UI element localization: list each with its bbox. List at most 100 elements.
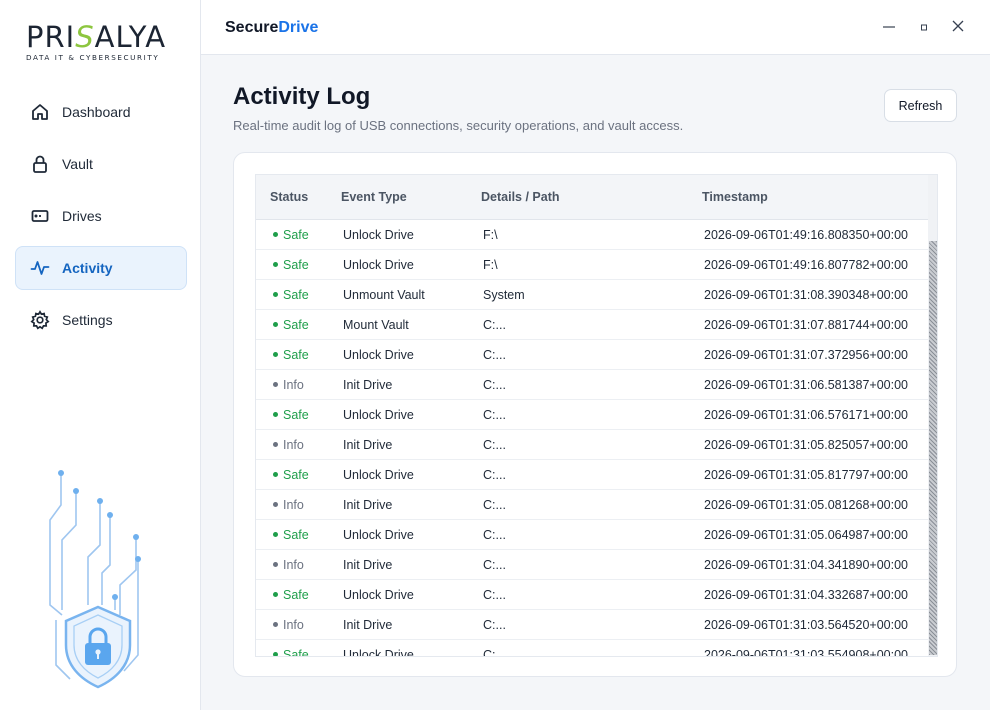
status-dot-icon (273, 262, 278, 267)
drive-icon (29, 205, 51, 227)
sidebar-item-activity[interactable]: Activity (15, 246, 187, 290)
column-header-status: Status (270, 190, 309, 204)
table-row[interactable]: Safe Unlock Drive C:... 2026-09-06T01:31:07… (256, 340, 928, 370)
minimize-button[interactable] (879, 18, 899, 38)
scrollbar-thumb[interactable] (929, 241, 937, 655)
timestamp-cell: 2026-09-06T01:31:05.825057+00:00 (704, 438, 908, 452)
details-path-cell: F:\ (483, 258, 498, 272)
table-row[interactable]: Safe Unlock Drive C:... 2026-09-06T01:31:04… (256, 580, 928, 610)
status-text: Info (283, 618, 304, 632)
sidebar-item-drives[interactable]: Drives (15, 194, 187, 238)
status-dot-icon (273, 622, 278, 627)
status-dot-icon (273, 232, 278, 237)
event-type-cell: Mount Vault (343, 318, 409, 332)
sidebar-item-vault[interactable]: Vault (15, 142, 187, 186)
table-row[interactable]: Safe Unlock Drive C:... 2026-09-06T01:31:05… (256, 520, 928, 550)
table-row[interactable]: Safe Unlock Drive C:... 2026-09-06T01:31:06… (256, 400, 928, 430)
sidebar-item-label: Drives (62, 208, 102, 224)
timestamp-cell: 2026-09-06T01:31:06.576171+00:00 (704, 408, 908, 422)
timestamp-cell: 2026-09-06T01:31:07.881744+00:00 (704, 318, 908, 332)
status-badge: Info (273, 558, 304, 572)
event-type-cell: Init Drive (343, 558, 393, 572)
event-type-cell: Init Drive (343, 618, 393, 632)
timestamp-cell: 2026-09-06T01:31:05.064987+00:00 (704, 528, 908, 542)
details-path-cell: C:... (483, 348, 506, 362)
company-logo: PRISALYA DATA IT & CYBERSECURITY (26, 22, 186, 62)
table-row[interactable]: Info Init Drive C:... 2026-09-06T01:31:06.5… (256, 370, 928, 400)
home-icon (29, 101, 51, 123)
status-dot-icon (273, 412, 278, 417)
status-text: Info (283, 378, 304, 392)
sidebar-item-label: Dashboard (62, 104, 131, 120)
sidebar-item-label: Vault (62, 156, 93, 172)
table-row[interactable]: Info Init Drive C:... 2026-09-06T01:31:05.0… (256, 490, 928, 520)
title-bar: SecureDrive (201, 0, 990, 55)
event-type-cell: Unlock Drive (343, 648, 414, 657)
close-button[interactable] (948, 18, 968, 38)
status-dot-icon (273, 322, 278, 327)
details-path-cell: C:... (483, 318, 506, 332)
status-dot-icon (273, 502, 278, 507)
status-badge: Safe (273, 468, 309, 482)
timestamp-cell: 2026-09-06T01:49:16.807782+00:00 (704, 258, 908, 272)
status-badge: Safe (273, 648, 309, 656)
status-text: Safe (283, 348, 309, 362)
timestamp-cell: 2026-09-06T01:31:06.581387+00:00 (704, 378, 908, 392)
logo-tagline: DATA IT & CYBERSECURITY (26, 53, 160, 62)
status-dot-icon (273, 352, 278, 357)
timestamp-cell: 2026-09-06T01:49:16.808350+00:00 (704, 228, 908, 242)
table-row[interactable]: Safe Unlock Drive F:\ 2026-09-06T01:49:16.8… (256, 250, 928, 280)
table-row[interactable]: Info Init Drive C:... 2026-09-06T01:31:05.8… (256, 430, 928, 460)
status-text: Safe (283, 318, 309, 332)
sidebar-item-settings[interactable]: Settings (15, 298, 187, 342)
details-path-cell: C:... (483, 648, 506, 657)
status-text: Safe (283, 228, 309, 242)
activity-table: Status Event Type Details / Path Timesta… (255, 174, 938, 657)
details-path-cell: C:... (483, 558, 506, 572)
status-badge: Safe (273, 288, 309, 302)
maximize-button[interactable] (914, 18, 934, 38)
table-row[interactable]: Info Init Drive C:... 2026-09-06T01:31:03.5… (256, 610, 928, 640)
status-badge: Info (273, 438, 304, 452)
sidebar-nav: Dashboard Vault Drives Activity Settings (15, 90, 187, 350)
table-row[interactable]: Safe Unmount Vault System 2026-09-06T01:31:… (256, 280, 928, 310)
status-badge: Safe (273, 228, 309, 242)
timestamp-cell: 2026-09-06T01:31:03.564520+00:00 (704, 618, 908, 632)
details-path-cell: C:... (483, 588, 506, 602)
details-path-cell: C:... (483, 408, 506, 422)
table-row[interactable]: Info Init Drive C:... 2026-09-06T01:31:04.3… (256, 550, 928, 580)
table-scrollbar[interactable] (928, 175, 937, 656)
details-path-cell: C:... (483, 378, 506, 392)
table-row[interactable]: Safe Mount Vault C:... 2026-09-06T01:31:07.… (256, 310, 928, 340)
table-row[interactable]: Safe Unlock Drive C:... 2026-09-06T01:31:03… (256, 640, 928, 657)
status-badge: Safe (273, 348, 309, 362)
event-type-cell: Unlock Drive (343, 588, 414, 602)
timestamp-cell: 2026-09-06T01:31:08.390348+00:00 (704, 288, 908, 302)
status-text: Info (283, 558, 304, 572)
status-badge: Safe (273, 318, 309, 332)
status-badge: Info (273, 378, 304, 392)
event-type-cell: Unlock Drive (343, 348, 414, 362)
status-dot-icon (273, 442, 278, 447)
timestamp-cell: 2026-09-06T01:31:04.341890+00:00 (704, 558, 908, 572)
details-path-cell: C:... (483, 498, 506, 512)
details-path-cell: System (483, 288, 525, 302)
details-path-cell: F:\ (483, 228, 498, 242)
table-row[interactable]: Safe Unlock Drive F:\ 2026-09-06T01:49:16.8… (256, 220, 928, 250)
timestamp-cell: 2026-09-06T01:31:03.554908+00:00 (704, 648, 908, 657)
status-badge: Safe (273, 528, 309, 542)
status-dot-icon (273, 472, 278, 477)
sidebar-item-dashboard[interactable]: Dashboard (15, 90, 187, 134)
activity-log-card: Status Event Type Details / Path Timesta… (233, 152, 957, 677)
status-text: Safe (283, 288, 309, 302)
refresh-button[interactable]: Refresh (884, 89, 957, 122)
event-type-cell: Unlock Drive (343, 228, 414, 242)
status-badge: Safe (273, 588, 309, 602)
minimize-icon (882, 19, 896, 38)
status-text: Safe (283, 258, 309, 272)
event-type-cell: Unlock Drive (343, 468, 414, 482)
details-path-cell: C:... (483, 528, 506, 542)
details-path-cell: C:... (483, 438, 506, 452)
status-badge: Safe (273, 408, 309, 422)
table-row[interactable]: Safe Unlock Drive C:... 2026-09-06T01:31:05… (256, 460, 928, 490)
